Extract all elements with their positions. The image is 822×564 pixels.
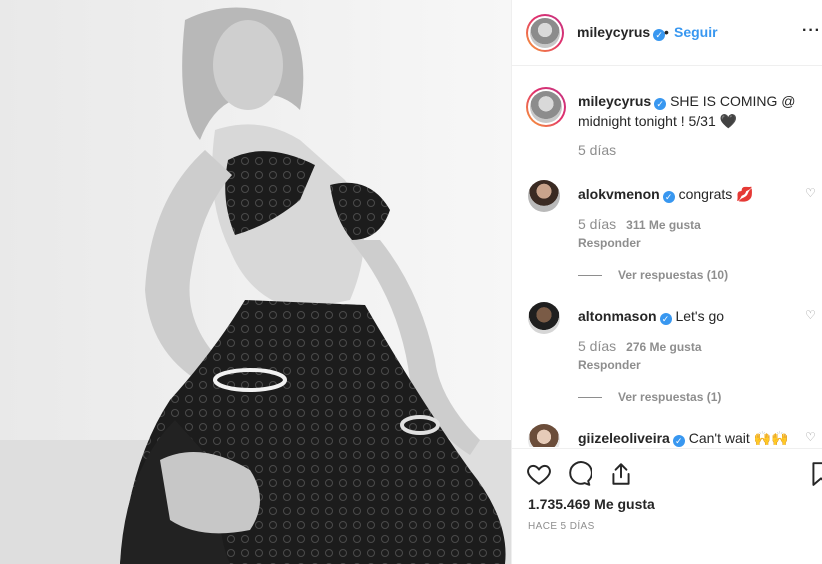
post-header: mileycyrus ✓ • Seguir ··· xyxy=(512,0,822,66)
heart-icon[interactable] xyxy=(526,461,552,487)
comment-meta: 5 días 276 Me gusta xyxy=(578,338,702,354)
reply-button[interactable]: Responder xyxy=(578,358,641,372)
verified-badge-icon: ✓ xyxy=(662,191,675,203)
post-side-panel: mileycyrus ✓ • Seguir ··· mileycyrus ✓ SHE… xyxy=(511,0,822,564)
comment-time[interactable]: 5 días xyxy=(578,338,616,354)
author-avatar[interactable] xyxy=(526,14,564,52)
more-options-button[interactable]: ··· xyxy=(802,22,821,40)
view-replies-label: Ver respuestas (10) xyxy=(618,268,729,282)
comment-text: Can't wait 🙌🙌 xyxy=(688,430,789,446)
comment-likes[interactable]: 311 Me gusta xyxy=(626,218,701,232)
view-replies-button[interactable]: Ver respuestas (10) xyxy=(578,268,728,282)
comment-item: altonmason ✓ Let's go 5 días 276 Me gusta … xyxy=(512,302,822,422)
caption-timestamp[interactable]: 5 días xyxy=(578,142,616,158)
author-username[interactable]: mileycyrus xyxy=(577,24,650,40)
commenter-avatar[interactable] xyxy=(528,180,560,212)
commenter-username[interactable]: giizeleoliveira xyxy=(578,430,670,446)
comment-text: Let's go xyxy=(675,308,725,324)
commenter-username[interactable]: altonmason xyxy=(578,308,657,324)
replies-divider xyxy=(578,397,602,399)
follow-button[interactable]: Seguir xyxy=(674,24,718,40)
comment-like-heart-icon[interactable]: ♡ xyxy=(805,308,816,322)
comment-time[interactable]: 5 días xyxy=(578,216,616,232)
comment-like-heart-icon[interactable]: ♡ xyxy=(805,430,816,444)
commenter-avatar[interactable] xyxy=(528,424,560,447)
comment-item: giizeleoliveira ✓ Can't wait 🙌🙌 ♡ xyxy=(512,424,822,447)
post-photo[interactable] xyxy=(0,0,511,564)
comment-body: giizeleoliveira ✓ Can't wait 🙌🙌 xyxy=(578,430,789,447)
bookmark-icon[interactable] xyxy=(808,461,822,487)
view-replies-label: Ver respuestas (1) xyxy=(618,390,722,404)
replies-divider xyxy=(578,275,602,277)
author-username-row: mileycyrus ✓ xyxy=(577,24,666,41)
comment-text: congrats 💋 xyxy=(678,186,754,202)
comment-body: alokvmenon ✓ congrats 💋 xyxy=(578,186,754,203)
post-image-illustration xyxy=(0,0,511,564)
caption: mileycyrus ✓ SHE IS COMING @ midnight ton… xyxy=(578,91,806,131)
comment-body: altonmason ✓ Let's go xyxy=(578,308,724,325)
view-replies-button[interactable]: Ver respuestas (1) xyxy=(578,390,721,404)
header-separator: • xyxy=(664,24,669,40)
verified-badge-icon: ✓ xyxy=(672,435,685,447)
commenter-username[interactable]: alokvmenon xyxy=(578,186,660,202)
commenter-avatar[interactable] xyxy=(528,302,560,334)
post-timestamp[interactable]: HACE 5 DÍAS xyxy=(528,521,595,532)
share-icon[interactable] xyxy=(608,461,634,487)
caption-author-avatar[interactable] xyxy=(526,87,566,127)
comment-icon[interactable] xyxy=(566,461,593,487)
comment-meta: 5 días 311 Me gusta xyxy=(578,216,701,232)
comments-list[interactable]: mileycyrus ✓ SHE IS COMING @ midnight ton… xyxy=(512,67,822,447)
verified-badge-icon: ✓ xyxy=(659,313,672,325)
reply-button[interactable]: Responder xyxy=(578,236,641,250)
comment-likes[interactable]: 276 Me gusta xyxy=(626,340,701,354)
likes-count[interactable]: 1.735.469 Me gusta xyxy=(528,496,655,512)
verified-badge-icon: ✓ xyxy=(654,98,667,110)
comment-like-heart-icon[interactable]: ♡ xyxy=(805,186,816,200)
comment-item: alokvmenon ✓ congrats 💋 5 días 311 Me gust… xyxy=(512,180,822,300)
post-actions: 1.735.469 Me gusta HACE 5 DÍAS xyxy=(512,448,822,564)
caption-username[interactable]: mileycyrus xyxy=(578,93,651,109)
